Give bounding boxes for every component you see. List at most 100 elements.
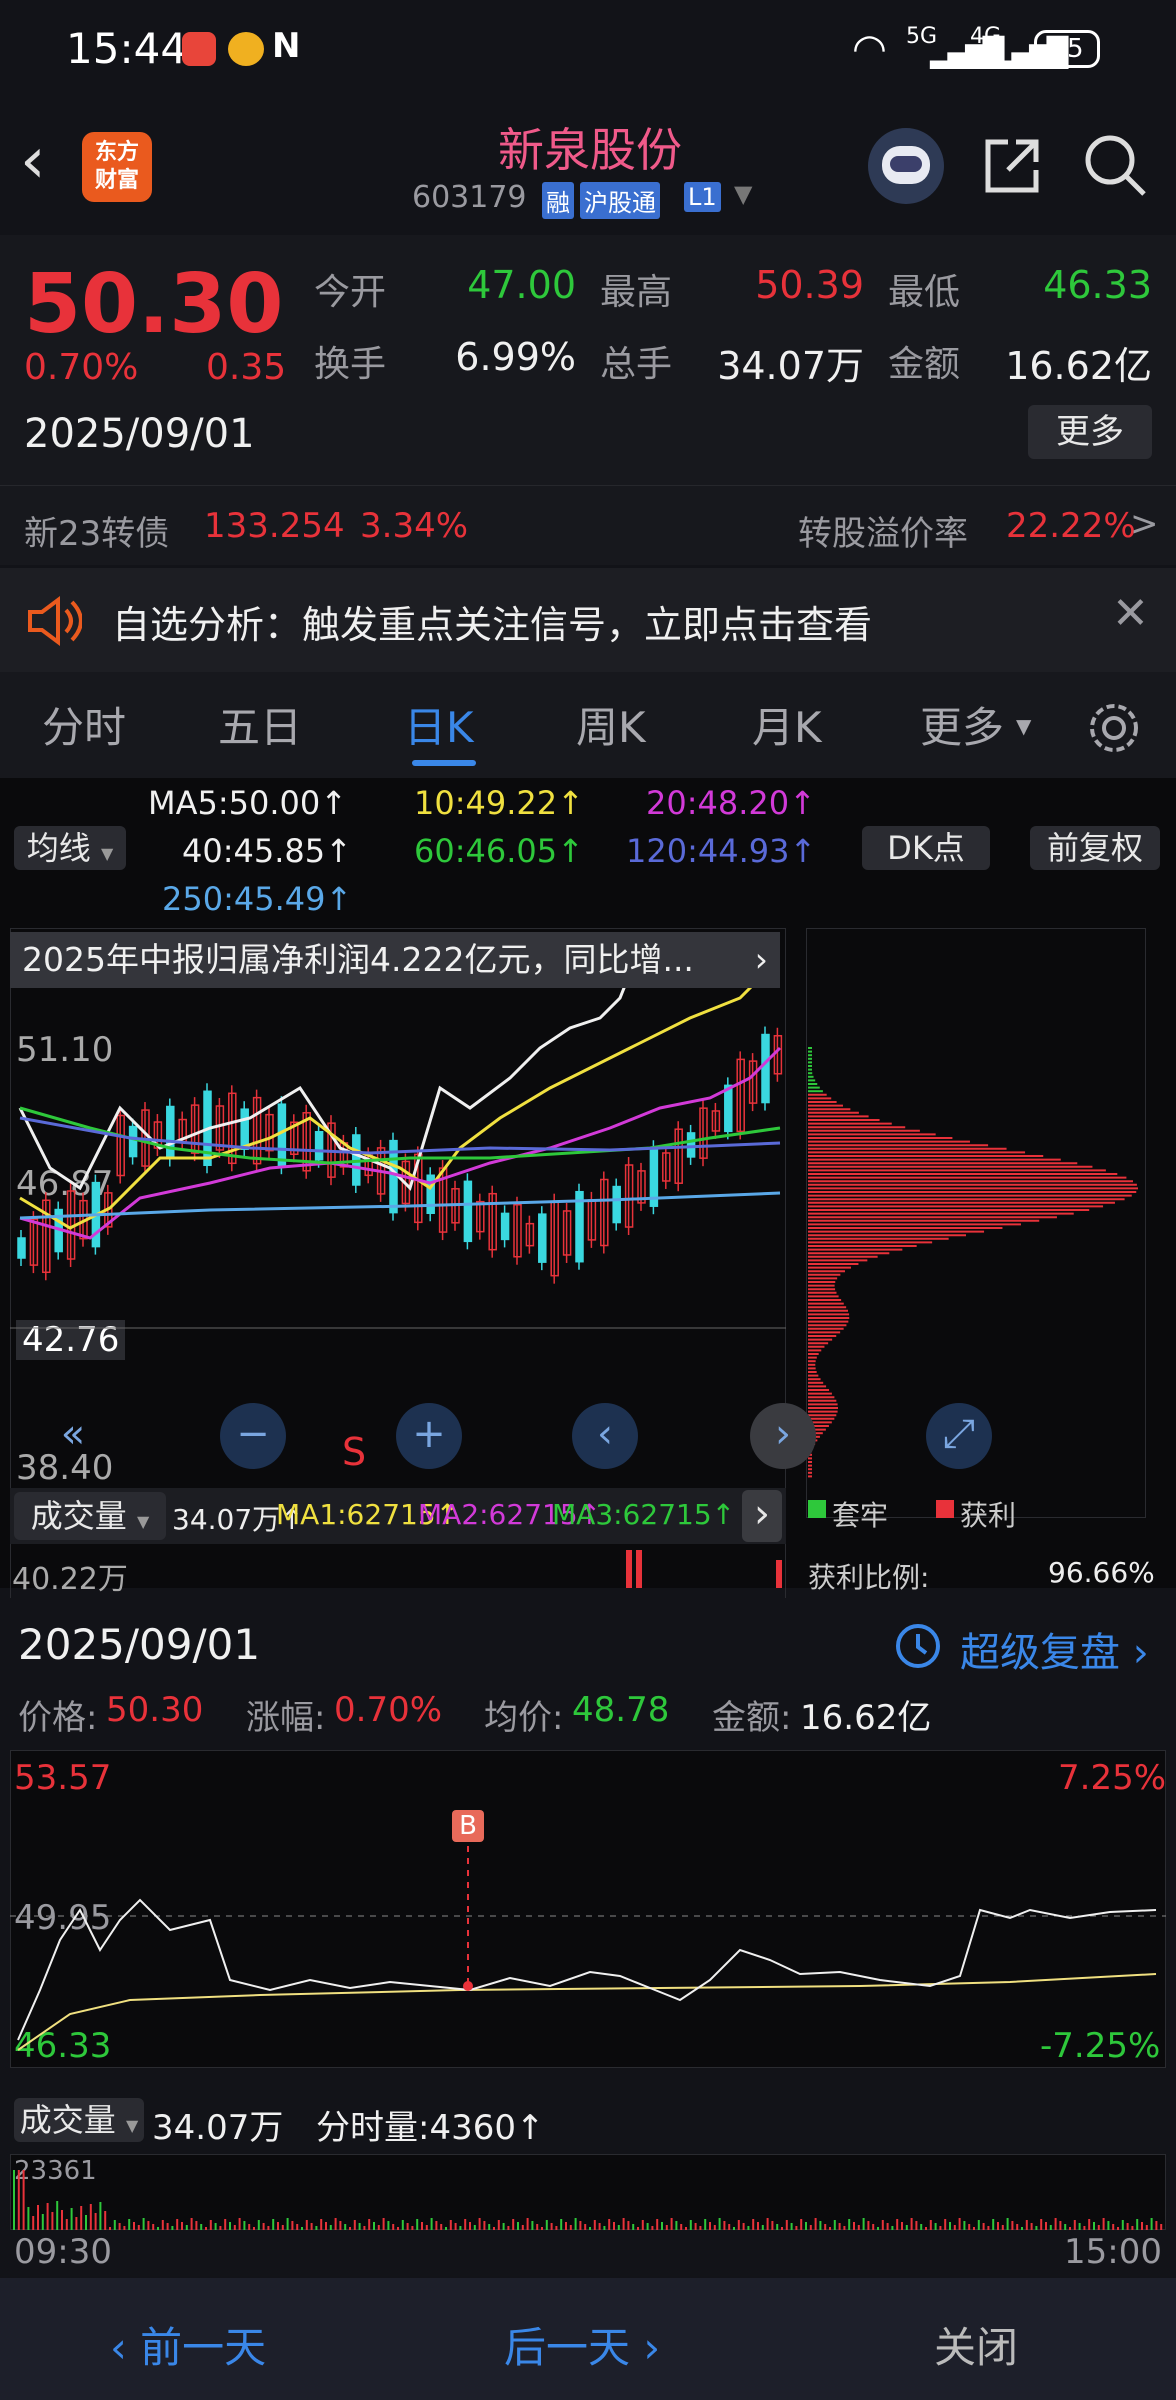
zoom-in-button[interactable]: + xyxy=(396,1403,462,1469)
candle-body xyxy=(240,1108,249,1150)
tab-intraday[interactable]: 分时 xyxy=(42,694,126,755)
ma60-value: 60:46.05↑ xyxy=(414,832,584,870)
volume-bar xyxy=(636,1550,642,1588)
detail-volume-button[interactable]: 成交量 ▼ xyxy=(14,2098,144,2142)
more-button[interactable]: 更多 xyxy=(1028,405,1152,459)
volume-bar xyxy=(776,1560,782,1588)
profit-legend-swatch xyxy=(936,1500,954,1518)
tab-weekly-k[interactable]: 周K xyxy=(576,694,646,755)
open-label: 今开 xyxy=(314,272,387,313)
ma-button[interactable]: 均线 ▼ xyxy=(14,826,126,870)
detail-price-label: 价格: xyxy=(18,1698,98,1738)
profit-legend: 获利 xyxy=(960,1499,1017,1532)
volume-y-label: 40.22万 xyxy=(12,1562,128,1597)
badge-margin: 融 xyxy=(542,182,574,219)
stock-code: 603179 xyxy=(412,180,527,215)
zoom-out-button[interactable]: − xyxy=(220,1403,286,1469)
rewind-icon[interactable]: « xyxy=(40,1403,106,1469)
dk-point-button[interactable]: DK点 xyxy=(862,826,990,870)
profit-ratio-value: 96.66% xyxy=(1048,1556,1155,1589)
low-label: 最低 xyxy=(888,272,961,313)
candle-body xyxy=(761,1033,770,1104)
intraday-price-line xyxy=(17,1898,1157,2041)
bond-name: 新23转债 xyxy=(24,514,170,554)
time-end: 15:00 xyxy=(1064,2232,1162,2272)
next-day-button[interactable]: 后一天 › xyxy=(504,2314,660,2375)
back-icon[interactable]: ‹ xyxy=(20,124,46,198)
volume-indicator-button[interactable]: 成交量 ▼ xyxy=(14,1492,166,1540)
prev-day-button[interactable]: ‹ 前一天 xyxy=(110,2314,266,2375)
wifi-icon: ◠ xyxy=(852,26,887,72)
bond-price: 133.254 xyxy=(204,506,345,546)
speaker-icon xyxy=(28,596,82,646)
ma20-value: 20:48.20↑ xyxy=(646,784,816,822)
volume-value: 34.07万 xyxy=(717,344,864,388)
volume-bar xyxy=(626,1550,632,1588)
candle-body xyxy=(500,1212,510,1241)
kline-chart-area: 均线 ▼ MA5:50.00↑ 10:49.22↑ 20:48.20↑ 40:4… xyxy=(0,778,1176,1618)
news-banner[interactable]: 2025年中报归属净利润4.222亿元，同比增... › xyxy=(10,932,780,988)
dropdown-icon[interactable]: ▼ xyxy=(734,180,752,208)
detail-pct-label: 涨幅: xyxy=(246,1698,326,1738)
app-notification-icon xyxy=(182,32,216,66)
indicator-next-button[interactable]: › xyxy=(742,1490,782,1542)
status-bar: 15:44 N ◠ 5G ▂▄▆█ 4G ▂▄▆█ 35 xyxy=(0,0,1176,100)
robot-assistant-icon[interactable] xyxy=(868,128,944,204)
notice-bar[interactable]: 自选分析：触发重点关注信号，立即点击查看 ✕ xyxy=(0,568,1176,672)
fullscreen-button[interactable]: ⤢ xyxy=(926,1403,992,1469)
candle-body xyxy=(612,1185,621,1224)
history-clock-icon[interactable] xyxy=(892,1620,944,1672)
convertible-bond-row[interactable]: 新23转债 133.254 3.34% 转股溢价率 22.22% > xyxy=(0,485,1176,565)
premium-label: 转股溢价率 xyxy=(798,514,968,554)
battery-icon: 35 xyxy=(1034,30,1100,68)
ma40-value: 40:45.85↑ xyxy=(182,832,352,870)
badge-connect: 沪股通 xyxy=(580,182,660,219)
adjustment-button[interactable]: 前复权 xyxy=(1030,826,1160,870)
search-icon[interactable] xyxy=(1082,132,1148,198)
low-value: 46.33 xyxy=(1043,263,1152,307)
high-label: 最高 xyxy=(600,272,673,313)
scroll-right-button[interactable]: › xyxy=(750,1403,816,1469)
tab-indicator xyxy=(412,760,476,766)
turnover-label: 换手 xyxy=(314,344,387,385)
volume-label: 总手 xyxy=(600,344,673,385)
top-bar: ‹ 东方 财富 新泉股份 603179 融 沪股通 L1 ▼ xyxy=(0,100,1176,235)
super-replay-link[interactable]: 超级复盘 › xyxy=(960,1620,1149,1678)
ma250-line xyxy=(19,1191,781,1220)
notice-text: 自选分析：触发重点关注信号，立即点击查看 xyxy=(112,603,873,647)
ma10-value: 10:49.22↑ xyxy=(414,784,584,822)
weibo-icon xyxy=(228,32,264,66)
chevron-right-icon: > xyxy=(1130,504,1159,544)
app-logo: 东方 财富 xyxy=(82,132,152,202)
intraday-price-chart xyxy=(10,1810,1166,2051)
tab-more[interactable]: 更多 xyxy=(920,694,1004,755)
candle-body xyxy=(314,1131,324,1161)
amount-value: 16.62亿 xyxy=(1005,344,1152,388)
detail-avg-label: 均价: xyxy=(484,1698,564,1738)
detail-price: 50.30 xyxy=(106,1690,204,1730)
time-start: 09:30 xyxy=(14,2232,112,2272)
last-price: 50.30 xyxy=(24,257,284,352)
more-dropdown-icon[interactable]: ▼ xyxy=(1016,714,1031,738)
ma120-value: 120:44.93↑ xyxy=(626,832,817,870)
scroll-left-button[interactable]: ‹ xyxy=(572,1403,638,1469)
close-button[interactable]: 关闭 xyxy=(934,2314,1018,2375)
share-icon[interactable] xyxy=(980,134,1044,198)
close-icon[interactable]: ✕ xyxy=(1112,588,1149,639)
tab-daily-k[interactable]: 日K xyxy=(404,694,474,755)
clock: 15:44 xyxy=(66,24,188,73)
candle-body xyxy=(17,1237,26,1259)
detail-fs-volume: 分时量:4360↑ xyxy=(316,2108,545,2148)
detail-amt: 16.62亿 xyxy=(800,1698,932,1738)
high-value: 50.39 xyxy=(755,263,864,307)
period-tabs: 分时 五日 日K 周K 月K 更多 ▼ xyxy=(0,672,1176,778)
tab-five-day[interactable]: 五日 xyxy=(218,694,302,755)
profit-ratio-label: 获利比例: xyxy=(808,1561,930,1594)
tab-monthly-k[interactable]: 月K xyxy=(752,694,822,755)
candle-body xyxy=(538,1213,547,1263)
bond-pct: 3.34% xyxy=(360,506,469,546)
quote-panel: 50.30 0.70% 0.35 2025/09/01 今开 47.00 最高 … xyxy=(0,235,1176,485)
nfc-icon: N xyxy=(272,26,301,66)
buy-signal-mark: B xyxy=(452,1810,484,1842)
settings-gear-icon[interactable] xyxy=(1086,700,1142,756)
